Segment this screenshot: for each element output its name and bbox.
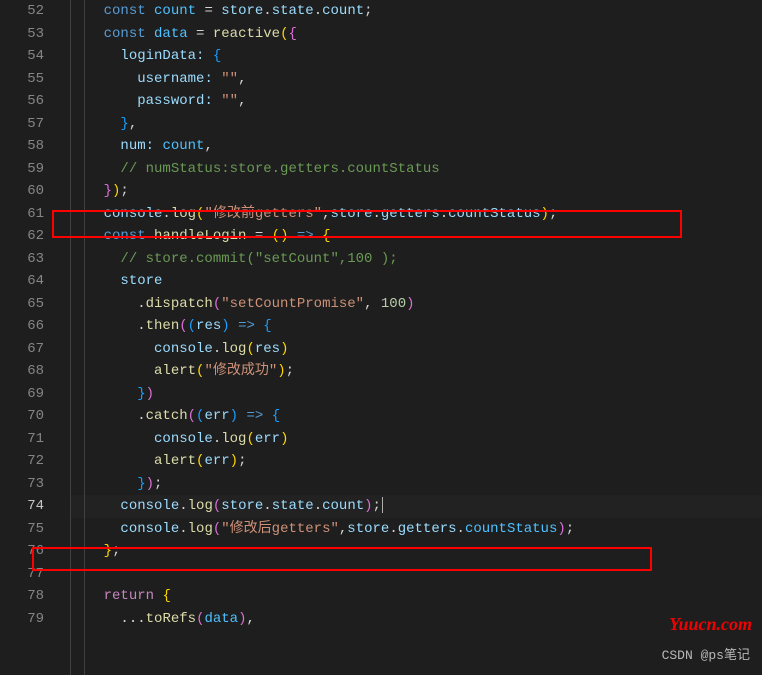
csdn-attribution: CSDN @ps笔记: [662, 645, 750, 668]
line-number: 60: [10, 180, 44, 203]
code-line[interactable]: console.log(err): [70, 428, 762, 451]
indent-guide: [84, 0, 85, 675]
code-editor[interactable]: 5253545556575859606162636465666768697071…: [0, 0, 762, 675]
code-line[interactable]: num: count,: [70, 135, 762, 158]
line-number: 52: [10, 0, 44, 23]
code-line[interactable]: alert(err);: [70, 450, 762, 473]
line-number: 77: [10, 563, 44, 586]
code-line[interactable]: return {: [70, 585, 762, 608]
line-number: 61: [10, 203, 44, 226]
line-number: 71: [10, 428, 44, 451]
line-number: 79: [10, 608, 44, 631]
line-number: 56: [10, 90, 44, 113]
code-line[interactable]: console.log("修改前getters",store.getters.c…: [70, 203, 762, 226]
code-line[interactable]: console.log("修改后getters",store.getters.c…: [70, 518, 762, 541]
code-line[interactable]: ...toRefs(data),: [70, 608, 762, 631]
code-line[interactable]: .dispatch("setCountPromise", 100): [70, 293, 762, 316]
code-line[interactable]: [70, 563, 762, 586]
line-number: 66: [10, 315, 44, 338]
code-line[interactable]: console.log(res): [70, 338, 762, 361]
line-number: 54: [10, 45, 44, 68]
code-line[interactable]: });: [70, 180, 762, 203]
code-line[interactable]: }): [70, 383, 762, 406]
line-number: 74: [10, 495, 44, 518]
line-number: 68: [10, 360, 44, 383]
line-number: 78: [10, 585, 44, 608]
line-number: 70: [10, 405, 44, 428]
line-number: 76: [10, 540, 44, 563]
code-line[interactable]: password: "",: [70, 90, 762, 113]
code-line[interactable]: .catch((err) => {: [70, 405, 762, 428]
code-line[interactable]: });: [70, 473, 762, 496]
line-number: 75: [10, 518, 44, 541]
code-line[interactable]: console.log(store.state.count);: [70, 495, 762, 518]
line-number: 69: [10, 383, 44, 406]
code-line[interactable]: const data = reactive({: [70, 23, 762, 46]
line-number-gutter: 5253545556575859606162636465666768697071…: [0, 0, 62, 675]
line-number: 59: [10, 158, 44, 181]
line-number: 63: [10, 248, 44, 271]
code-line[interactable]: const count = store.state.count;: [70, 0, 762, 23]
watermark: Yuucn.com: [669, 613, 752, 636]
code-line[interactable]: },: [70, 113, 762, 136]
code-line[interactable]: };: [70, 540, 762, 563]
code-line[interactable]: const handleLogin = () => {: [70, 225, 762, 248]
line-number: 62: [10, 225, 44, 248]
code-line[interactable]: .then((res) => {: [70, 315, 762, 338]
line-number: 72: [10, 450, 44, 473]
code-line[interactable]: store: [70, 270, 762, 293]
line-number: 55: [10, 68, 44, 91]
code-line[interactable]: // numStatus:store.getters.countStatus: [70, 158, 762, 181]
line-number: 73: [10, 473, 44, 496]
line-number: 58: [10, 135, 44, 158]
code-line[interactable]: alert("修改成功");: [70, 360, 762, 383]
code-line[interactable]: loginData: {: [70, 45, 762, 68]
line-number: 57: [10, 113, 44, 136]
line-number: 67: [10, 338, 44, 361]
code-line[interactable]: username: "",: [70, 68, 762, 91]
line-number: 53: [10, 23, 44, 46]
line-number: 65: [10, 293, 44, 316]
code-area[interactable]: const count = store.state.count; const d…: [62, 0, 762, 675]
line-number: 64: [10, 270, 44, 293]
code-line[interactable]: // store.commit("setCount",100 );: [70, 248, 762, 271]
indent-guide: [70, 0, 71, 675]
